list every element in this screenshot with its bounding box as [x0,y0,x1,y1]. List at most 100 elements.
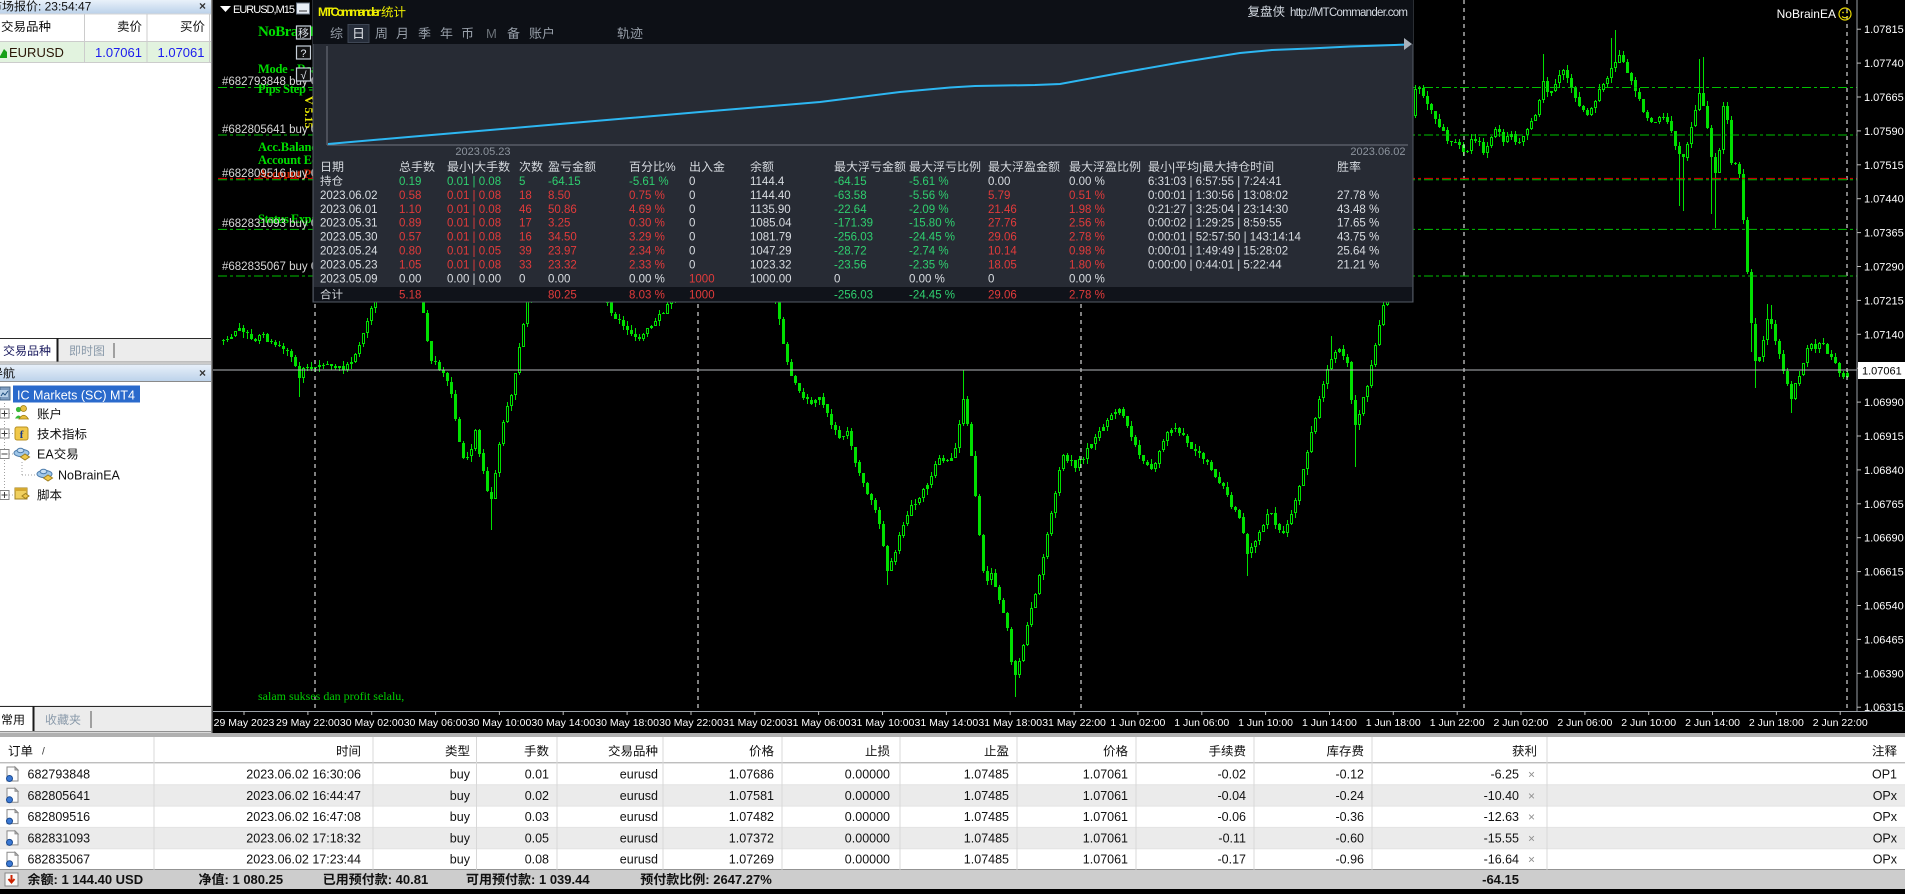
svg-text:×: × [1528,768,1535,782]
svg-text:2023.05.09: 2023.05.09 [320,273,378,285]
svg-text:1.07485: 1.07485 [964,789,1009,803]
svg-text:: 23:54:47: : 23:54:47 [38,0,92,14]
svg-text:0: 0 [689,204,695,216]
svg-text:2 Jun 22:00: 2 Jun 22:00 [1813,717,1868,729]
svg-text:1.07590: 1.07590 [1864,126,1904,138]
svg-text:2023.05.31: 2023.05.31 [320,218,378,230]
svg-text:http://MTCommander.com: http://MTCommander.com [1290,7,1408,19]
svg-text:-0.96: -0.96 [1336,853,1365,867]
svg-text:-5.56 %: -5.56 % [909,190,949,202]
svg-text:0.00: 0.00 [988,176,1010,188]
svg-text:0.75 %: 0.75 % [629,190,665,202]
svg-text:1.07815: 1.07815 [1864,24,1904,36]
svg-text:0:21:27 | 3:25:04 | 23:14:30: 0:21:27 | 3:25:04 | 23:14:30 [1148,204,1288,216]
svg-text:-0.24: -0.24 [1336,789,1365,803]
svg-text:eurusd: eurusd [620,789,658,803]
svg-text:1085.04: 1085.04 [750,218,792,230]
svg-text:0.89: 0.89 [399,218,421,230]
svg-text:2.56 %: 2.56 % [1069,218,1105,230]
svg-text:31 May 18:00: 31 May 18:00 [978,717,1042,729]
svg-text:0.01 | 0.08: 0.01 | 0.08 [447,176,501,188]
svg-text:OPx: OPx [1873,831,1898,845]
svg-text:-22.64: -22.64 [834,204,867,216]
svg-text:-0.60: -0.60 [1336,831,1365,845]
svg-text:6:31:03 | 6:57:55 | 7:24:41: 6:31:03 | 6:57:55 | 7:24:41 [1148,176,1282,188]
svg-text:-12.63: -12.63 [1484,810,1519,824]
svg-text:25.64 %: 25.64 % [1337,246,1379,258]
svg-text:0: 0 [834,273,840,285]
svg-text:0.00000: 0.00000 [845,831,890,845]
svg-text:0.00 %: 0.00 % [909,273,945,285]
svg-text:27.78 %: 27.78 % [1337,190,1379,202]
svg-text:682809516: 682809516 [28,810,91,824]
svg-text:0.00000: 0.00000 [845,810,890,824]
svg-text:1.06615: 1.06615 [1864,567,1904,579]
svg-text:2023.06.02 17:18:32: 2023.06.02 17:18:32 [246,831,361,845]
svg-text:21.21 %: 21.21 % [1337,259,1379,271]
svg-text:31 May 10:00: 31 May 10:00 [851,717,915,729]
svg-text:-256.03: -256.03 [834,290,873,302]
svg-text:×: × [1528,810,1535,824]
svg-text:1.07485: 1.07485 [964,810,1009,824]
svg-text:27.76: 27.76 [988,218,1017,230]
svg-text:1.06315: 1.06315 [1864,702,1904,714]
svg-text:1144.4: 1144.4 [750,176,785,188]
svg-text:2.78 %: 2.78 % [1069,232,1105,244]
svg-text:10.14: 10.14 [988,246,1017,258]
svg-text:MTCommander: MTCommander [318,5,381,19]
svg-text:1.07061: 1.07061 [1083,831,1128,845]
svg-text:31 May 14:00: 31 May 14:00 [915,717,979,729]
svg-text:-0.36: -0.36 [1336,810,1365,824]
svg-text:NoBrainEA: NoBrainEA [58,469,121,483]
svg-text:Mode - Real: Mode - Real [258,62,321,76]
svg-text:0.00: 0.00 [548,273,570,285]
svg-text:0.01 | 0.08: 0.01 | 0.08 [447,218,501,230]
svg-text:1.07061: 1.07061 [95,45,142,60]
svg-text:2.34 %: 2.34 % [629,246,665,258]
svg-text:33: 33 [519,259,532,271]
svg-text:0.00 | 0.00: 0.00 | 0.00 [447,273,501,285]
svg-text:1.07440: 1.07440 [1864,194,1904,206]
svg-text:8.03 %: 8.03 % [629,290,665,302]
svg-text:0.19: 0.19 [399,176,421,188]
svg-text:1 Jun 10:00: 1 Jun 10:00 [1238,717,1293,729]
svg-text:eurusd: eurusd [620,768,658,782]
svg-text:buy: buy [450,789,471,803]
svg-text:1.07061: 1.07061 [1862,366,1902,378]
svg-text:5: 5 [519,176,525,188]
svg-text:-5.61 %: -5.61 % [909,176,949,188]
svg-text:1 Jun 22:00: 1 Jun 22:00 [1430,717,1485,729]
svg-text:0.57: 0.57 [399,232,421,244]
svg-text:1.07290: 1.07290 [1864,262,1904,274]
svg-text:1.06390: 1.06390 [1864,668,1904,680]
svg-text:5.79: 5.79 [988,190,1010,202]
svg-text:-0.02: -0.02 [1218,768,1247,782]
svg-text:1.06990: 1.06990 [1864,397,1904,409]
svg-text:1023.32: 1023.32 [750,259,792,271]
svg-text:1 Jun 06:00: 1 Jun 06:00 [1174,717,1229,729]
svg-text:eurusd: eurusd [620,810,658,824]
svg-text:1.07482: 1.07482 [729,810,774,824]
svg-text:23.32: 23.32 [548,259,577,271]
svg-text:buy: buy [450,831,471,845]
svg-text:2023.06.02: 2023.06.02 [1350,146,1405,158]
svg-text:1.07485: 1.07485 [964,831,1009,845]
svg-text:1.05: 1.05 [399,259,421,271]
svg-text:-23.56: -23.56 [834,259,867,271]
svg-text:1 Jun 02:00: 1 Jun 02:00 [1110,717,1165,729]
svg-text:-64.15: -64.15 [548,176,581,188]
svg-text:-6.25: -6.25 [1491,768,1520,782]
svg-text:-2.09 %: -2.09 % [909,204,949,216]
svg-text:0:00:02 | 1:29:25 | 8:59:55: 0:00:02 | 1:29:25 | 8:59:55 [1148,218,1282,230]
svg-text:: 40.81: : 40.81 [388,872,429,887]
svg-text:|: | [1199,160,1202,174]
svg-text:5.18: 5.18 [399,290,421,302]
svg-text:-10.40: -10.40 [1484,789,1519,803]
svg-text:1.07215: 1.07215 [1864,295,1904,307]
svg-text:682805641: 682805641 [28,789,91,803]
svg-text:OP1: OP1 [1872,768,1897,782]
svg-text:0.00000: 0.00000 [845,768,890,782]
svg-text:-15.55: -15.55 [1484,831,1519,845]
svg-text:-16.64: -16.64 [1484,853,1519,867]
svg-text:0.00 %: 0.00 % [629,273,665,285]
